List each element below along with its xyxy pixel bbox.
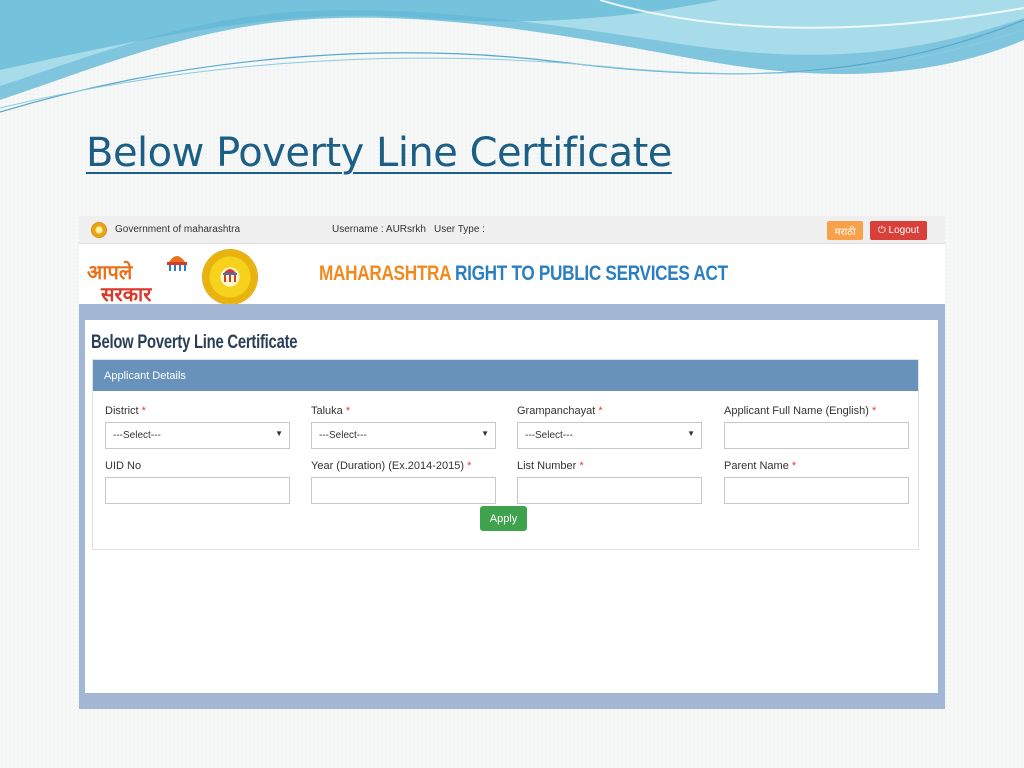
slide-title: Below Poverty Line Certificate	[86, 130, 672, 176]
full-name-input[interactable]	[724, 422, 909, 449]
list-number-input[interactable]	[517, 477, 702, 504]
aaple-sarkar-logo: आपले सरकार	[87, 250, 199, 306]
year-label: Year (Duration) (Ex.2014-2015) *	[311, 460, 472, 472]
caret-down-icon: ▼	[481, 429, 489, 438]
caret-down-icon: ▼	[687, 429, 695, 438]
district-select[interactable]: ---Select--- ▼	[105, 422, 290, 449]
parent-name-input[interactable]	[724, 477, 909, 504]
brand-header: आपले सरकार MAHARASHTRA RIGHT TO PUBLIC S…	[79, 244, 945, 306]
year-input[interactable]	[311, 477, 496, 504]
government-label: Government of maharashtra	[115, 224, 241, 235]
taluka-label: Taluka *	[311, 405, 351, 417]
emblem-icon	[91, 222, 107, 238]
grampanchayat-select-value: ---Select---	[525, 430, 573, 441]
list-number-label: List Number *	[517, 460, 584, 472]
grampanchayat-select[interactable]: ---Select--- ▼	[517, 422, 702, 449]
panel-title: Applicant Details	[104, 370, 186, 382]
page-heading: Below Poverty Line Certificate	[91, 332, 298, 353]
taluka-select[interactable]: ---Select--- ▼	[311, 422, 496, 449]
language-marathi-button[interactable]: मराठी	[827, 221, 863, 240]
logout-button[interactable]: ⏻ Logout	[870, 221, 927, 240]
building-icon	[223, 269, 237, 282]
uid-label: UID No	[105, 460, 142, 472]
uid-input[interactable]	[105, 477, 290, 504]
embedded-screenshot: Government of maharashtra Username : AUR…	[79, 216, 945, 709]
main-content: Below Poverty Line Certificate Applicant…	[85, 320, 938, 693]
nav-divider-bar	[79, 304, 945, 320]
district-select-value: ---Select---	[113, 430, 161, 441]
logo-text-line2: सरकार	[101, 282, 152, 306]
rtps-orange-text: MAHARASHTRA	[319, 262, 451, 285]
parent-name-label: Parent Name *	[724, 460, 797, 472]
district-label: District *	[105, 405, 146, 417]
user-type-label: User Type :	[434, 224, 485, 235]
sun-emblem-logo	[203, 250, 257, 304]
rtps-act-banner: MAHARASHTRA RIGHT TO PUBLIC SERVICES ACT	[319, 262, 728, 286]
username-label: Username : AURsrkh	[332, 224, 426, 235]
rtps-blue-text: RIGHT TO PUBLIC SERVICES ACT	[450, 262, 728, 285]
apply-button[interactable]: Apply	[480, 506, 527, 531]
dome-building-icon	[167, 256, 187, 271]
grampanchayat-label: Grampanchayat *	[517, 405, 603, 417]
top-bar: Government of maharashtra Username : AUR…	[79, 216, 945, 244]
taluka-select-value: ---Select---	[319, 430, 367, 441]
full-name-label: Applicant Full Name (English) *	[724, 405, 877, 417]
frame-right	[938, 320, 945, 709]
decorative-wave-header	[0, 0, 1024, 113]
panel-header: Applicant Details	[93, 360, 918, 391]
frame-bottom	[79, 693, 945, 709]
caret-down-icon: ▼	[275, 429, 283, 438]
